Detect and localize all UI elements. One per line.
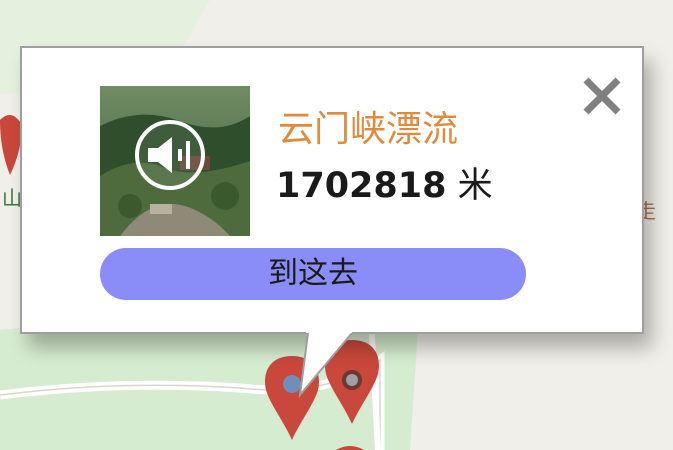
map-label-fragment: 山 — [2, 186, 22, 210]
poi-info-popup: 云门峡漂流 1702818 米 到这去 — [20, 46, 644, 334]
speaker-icon — [135, 120, 205, 190]
poi-distance: 1702818 米 — [276, 166, 493, 206]
audio-play-button[interactable] — [134, 119, 206, 191]
close-icon — [583, 77, 621, 115]
navigate-here-button[interactable]: 到这去 — [100, 248, 526, 300]
distance-unit: 米 — [457, 166, 493, 206]
poi-title: 云门峡漂流 — [278, 109, 459, 150]
distance-value: 1702818 — [276, 166, 447, 206]
poi-thumbnail[interactable] — [100, 86, 250, 236]
close-button[interactable] — [582, 76, 622, 116]
